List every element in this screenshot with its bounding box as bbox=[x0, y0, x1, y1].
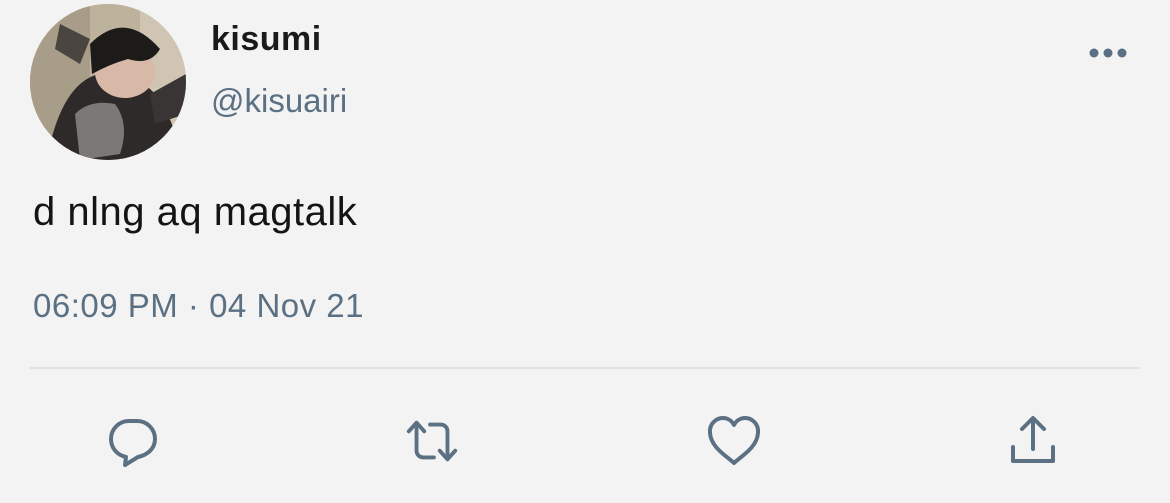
avatar[interactable] bbox=[30, 4, 186, 160]
retweet-icon bbox=[406, 420, 458, 462]
tweet-card: kisumi @kisuairi d nlng aq magtalk 06:09… bbox=[0, 0, 1170, 503]
retweet-button[interactable] bbox=[403, 412, 461, 470]
share-button[interactable] bbox=[1004, 412, 1062, 470]
avatar-photo bbox=[30, 4, 186, 160]
reply-button[interactable] bbox=[104, 412, 162, 470]
reply-icon bbox=[109, 419, 157, 467]
tweet-timestamp[interactable]: 06:09 PM · 04 Nov 21 bbox=[33, 287, 364, 325]
share-icon bbox=[1011, 416, 1055, 463]
like-button[interactable] bbox=[705, 412, 763, 470]
more-options-icon[interactable] bbox=[1086, 40, 1130, 66]
display-name[interactable]: kisumi bbox=[211, 20, 322, 59]
heart-icon bbox=[707, 416, 761, 465]
tweet-text: d nlng aq magtalk bbox=[33, 190, 358, 234]
username-handle[interactable]: @kisuairi bbox=[211, 82, 347, 120]
divider bbox=[30, 367, 1140, 369]
